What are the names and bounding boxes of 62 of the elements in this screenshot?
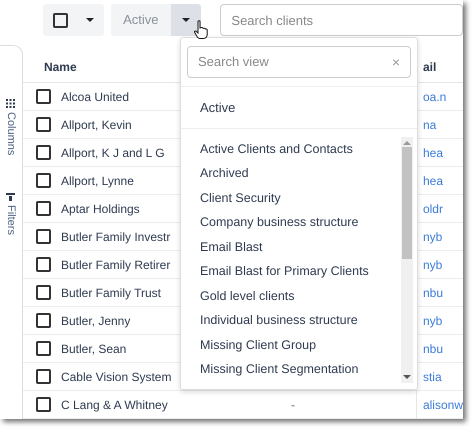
email-link[interactable]: stia bbox=[422, 368, 442, 386]
row-checkbox[interactable] bbox=[36, 341, 51, 356]
client-name[interactable]: Butler, Sean bbox=[60, 340, 126, 358]
email-link[interactable]: nbu bbox=[422, 340, 443, 358]
column-header: ail bbox=[422, 59, 436, 76]
select-all-checkbox[interactable] bbox=[53, 12, 68, 28]
email-link[interactable]: hea bbox=[422, 144, 443, 162]
table-cell-text: - bbox=[290, 396, 295, 414]
filter-icon bbox=[6, 193, 16, 202]
scrollbar[interactable] bbox=[401, 137, 413, 383]
search-field[interactable]: Search clients bbox=[220, 4, 463, 36]
scrollbar-thumb[interactable] bbox=[402, 147, 412, 259]
row-checkbox[interactable] bbox=[36, 229, 51, 244]
row-checkbox[interactable] bbox=[36, 89, 51, 104]
email-link[interactable]: hea bbox=[422, 172, 443, 190]
email-link[interactable]: na bbox=[422, 116, 436, 134]
email-link[interactable]: nbu bbox=[422, 284, 443, 302]
caret-icon bbox=[86, 18, 94, 22]
menu-item[interactable]: Gold level clients bbox=[181, 284, 401, 308]
email-link[interactable]: nyb bbox=[422, 256, 442, 274]
client-name[interactable]: Butler, Jenny bbox=[60, 312, 130, 330]
row-checkbox[interactable] bbox=[36, 397, 51, 412]
menu-item[interactable]: Email Blast for Primary Clients bbox=[181, 260, 401, 284]
row-checkbox[interactable] bbox=[36, 117, 51, 132]
client-name[interactable]: Alcoa United bbox=[60, 88, 130, 106]
email-link[interactable]: oa.n bbox=[422, 88, 446, 106]
menu-item[interactable]: Active Clients and Contacts bbox=[181, 137, 401, 162]
row-checkbox[interactable] bbox=[36, 313, 51, 328]
column-header: Name bbox=[42, 59, 77, 76]
row-checkbox[interactable] bbox=[36, 369, 51, 384]
menu-item[interactable]: Individual business structure bbox=[181, 308, 401, 333]
client-name[interactable]: Butler Family Retirer bbox=[60, 256, 170, 274]
email-link[interactable]: oldr bbox=[422, 200, 443, 218]
caret-icon bbox=[182, 18, 190, 22]
email-link[interactable]: nyb bbox=[422, 228, 442, 246]
client-name[interactable]: Cable Vision System bbox=[60, 368, 172, 386]
email-link[interactable]: nyb bbox=[422, 312, 442, 330]
row-checkbox[interactable] bbox=[36, 173, 51, 188]
grid-icon bbox=[6, 99, 16, 108]
email-link[interactable]: alisonw bbox=[422, 396, 463, 414]
row-checkbox[interactable] bbox=[36, 285, 51, 300]
menu-item[interactable]: Active bbox=[181, 86, 417, 129]
client-name[interactable]: C Lang & A Whitney bbox=[60, 396, 168, 414]
menu-item[interactable]: Email Blast bbox=[181, 235, 401, 260]
row-checkbox[interactable] bbox=[36, 201, 51, 216]
scroll-down-icon[interactable] bbox=[403, 375, 411, 379]
client-name[interactable]: Aptar Holdings bbox=[60, 200, 140, 218]
select-all-dropdown-button[interactable] bbox=[43, 4, 104, 36]
menu-item[interactable]: Client Security bbox=[181, 186, 401, 210]
client-name[interactable]: Allport, K J and L G bbox=[60, 144, 165, 162]
menu-item[interactable]: Archived bbox=[181, 162, 401, 186]
row-checkbox[interactable] bbox=[36, 145, 51, 160]
client-name[interactable]: Allport, Lynne bbox=[60, 172, 134, 190]
client-name[interactable]: Butler Family Investr bbox=[60, 228, 170, 246]
row-checkbox[interactable] bbox=[36, 257, 51, 272]
side-tab[interactable]: Columns bbox=[2, 99, 20, 156]
side-tab[interactable]: Filters bbox=[2, 193, 20, 236]
menu-item[interactable]: Missing Client Segmentation bbox=[181, 358, 401, 382]
menu-item[interactable]: Company business structure bbox=[181, 210, 401, 235]
client-name[interactable]: Butler Family Trust bbox=[60, 284, 161, 302]
client-name[interactable]: Allport, Kevin bbox=[60, 116, 132, 134]
menu-item[interactable]: Missing Client Group bbox=[181, 333, 401, 358]
